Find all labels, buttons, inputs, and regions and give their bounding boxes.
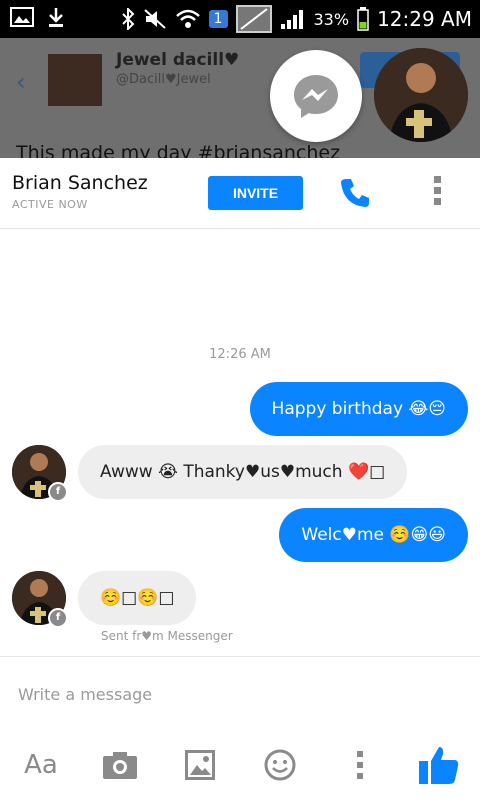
text-format-label: Aa [24,750,58,780]
contact-name[interactable]: Brian Sanchez [12,172,148,194]
message-bubble-incoming[interactable]: Awww 😭 Thanky♥us♥much ❤️□ [78,445,408,499]
message-input[interactable] [16,673,460,715]
emoji-button[interactable] [262,745,298,785]
download-icon [49,8,63,27]
camera-icon [103,752,137,779]
facebook-badge-icon: f [48,608,68,628]
composer-toolbar: Aa [0,745,480,795]
status-bar: 1 33% 12:29 AM [0,0,480,38]
chat-panel: Brian Sanchez ACTIVE NOW INVITE 12:26 AM… [0,158,480,800]
message-timestamp: 12:26 AM [209,347,271,362]
camera-button[interactable] [100,745,140,785]
message-text: ☺️□☺️□ [100,588,175,608]
gallery-button[interactable] [182,745,218,785]
image-placeholder-icon [235,5,272,33]
message-text: Happy birthday 😂😔 [271,399,446,419]
notification-badge: 1 [208,10,228,28]
gallery-icon [185,750,215,780]
background-profile-handle: @Dacill♥Jewel [116,72,211,87]
composer: Aa [0,656,480,801]
more-vertical-icon [357,751,363,779]
more-options-icon[interactable] [431,176,443,212]
image-icon [10,7,34,27]
messenger-chat-head[interactable] [270,50,362,142]
invite-button[interactable]: INVITE [208,176,303,210]
background-profile-avatar [48,54,102,106]
smiley-icon [264,749,296,781]
message-list: 12:26 AM Happy birthday 😂😔 f Awww 😭 Than… [0,229,480,656]
message-text: Awww 😭 Thanky♥us♥much ❤️□ [100,462,386,482]
clock: 12:29 AM [377,7,472,31]
back-arrow-icon[interactable]: ‹ [16,68,26,96]
like-button[interactable] [416,745,462,785]
message-text: Welc♥me ☺️😁😃 [301,525,446,545]
messenger-icon [294,75,338,118]
phone-icon[interactable] [338,176,372,210]
wifi-icon [175,9,200,28]
text-format-button[interactable]: Aa [20,745,62,785]
background-profile-name: Jewel dacill♥ [116,50,240,70]
facebook-badge-icon: f [48,482,68,502]
message-bubble-incoming[interactable]: ☺️□☺️□ [78,571,197,625]
battery-icon [357,7,369,31]
chat-header: Brian Sanchez ACTIVE NOW INVITE [0,158,480,229]
message-bubble-outgoing[interactable]: Happy birthday 😂😔 [249,382,468,436]
sent-from-label: Sent fr♥m Messenger [101,629,233,643]
signal-icon [280,10,303,29]
thumbs-up-icon [419,747,459,784]
active-status: ACTIVE NOW [12,198,88,211]
mute-icon [143,9,166,29]
battery-percent: 33% [313,9,350,29]
contact-chat-head-avatar[interactable] [374,48,468,142]
bluetooth-icon [121,8,134,30]
more-composer-button[interactable] [350,745,370,785]
message-bubble-outgoing[interactable]: Welc♥me ☺️😁😃 [279,508,468,562]
